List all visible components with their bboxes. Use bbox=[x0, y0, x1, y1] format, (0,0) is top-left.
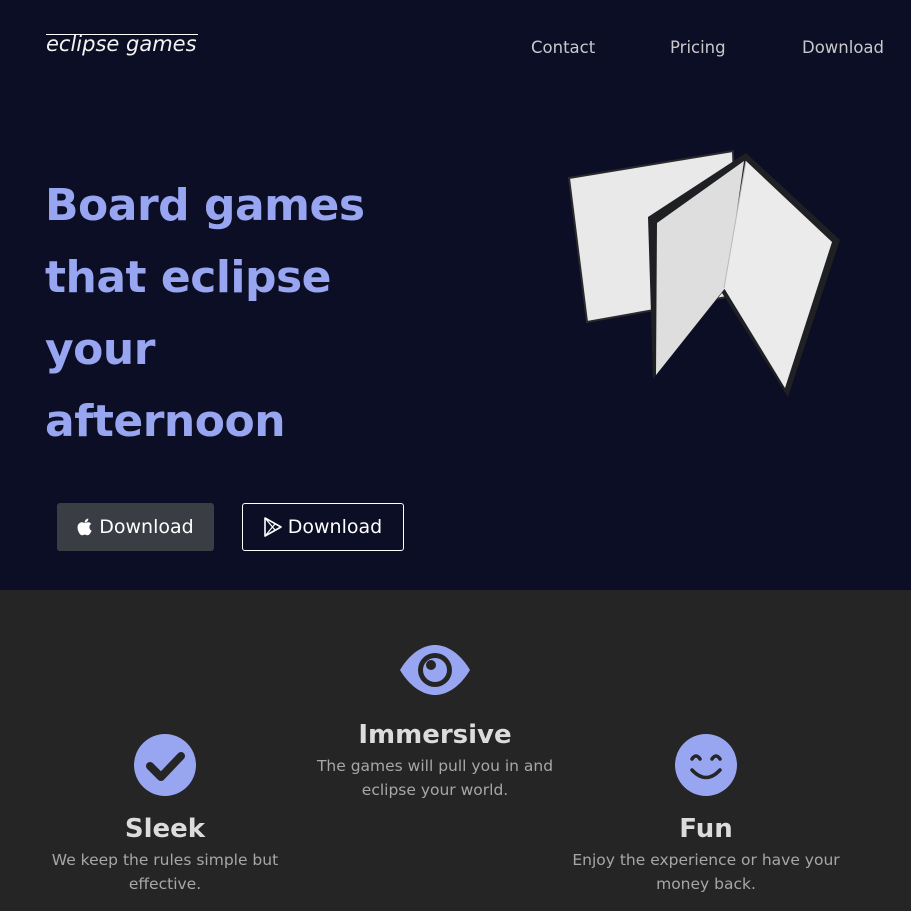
feature-fun: Fun Enjoy the experience or have your mo… bbox=[566, 733, 846, 896]
feature-description: Enjoy the experience or have your money … bbox=[572, 851, 840, 893]
app-store-download-button[interactable]: Download bbox=[57, 503, 214, 551]
brand-logo[interactable]: eclipse games bbox=[46, 32, 197, 56]
app-store-download-label: Download bbox=[99, 516, 194, 538]
folded-board-image bbox=[567, 149, 840, 397]
google-play-icon bbox=[263, 517, 282, 537]
apple-icon bbox=[77, 518, 92, 536]
nav-download[interactable]: Download bbox=[802, 38, 884, 57]
feature-sleek: Sleek We keep the rules simple but effec… bbox=[25, 733, 305, 896]
feature-description: We keep the rules simple but effective. bbox=[51, 851, 279, 893]
feature-immersive: Immersive The games will pull you in and… bbox=[295, 644, 575, 802]
hero-title-line: that eclipse bbox=[45, 252, 332, 303]
feature-title: Immersive bbox=[358, 720, 512, 750]
hero-title-line: Board games bbox=[45, 180, 365, 231]
feature-title: Fun bbox=[679, 814, 733, 844]
smile-icon bbox=[675, 734, 737, 796]
hero-title: Board games that eclipse your afternoon bbox=[45, 170, 445, 458]
hero-section: eclipse games Contact Pricing Download B… bbox=[0, 0, 911, 590]
eye-icon bbox=[400, 645, 470, 695]
hero-title-line: your bbox=[45, 324, 155, 375]
feature-description: The games will pull you in and eclipse y… bbox=[316, 757, 554, 799]
check-circle-icon bbox=[134, 734, 196, 796]
google-play-download-button[interactable]: Download bbox=[242, 503, 404, 551]
features-section: Sleek We keep the rules simple but effec… bbox=[0, 590, 911, 911]
google-play-download-label: Download bbox=[287, 516, 383, 538]
feature-title: Sleek bbox=[124, 814, 206, 844]
nav-pricing[interactable]: Pricing bbox=[670, 38, 726, 57]
nav-contact[interactable]: Contact bbox=[531, 38, 595, 57]
hero-title-line: afternoon bbox=[45, 396, 286, 447]
